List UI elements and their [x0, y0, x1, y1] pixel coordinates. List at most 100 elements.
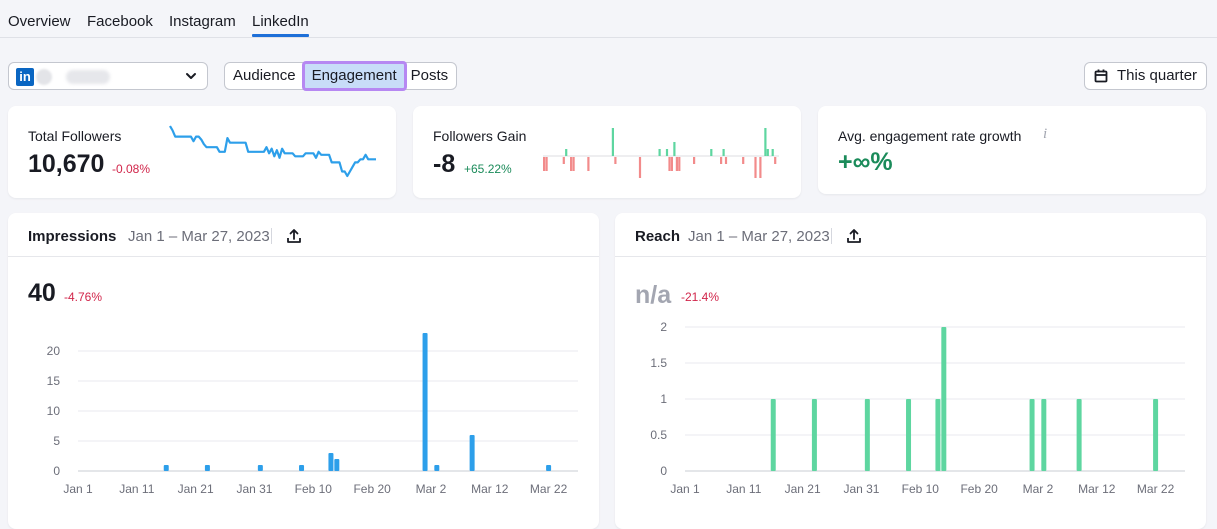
- account-select[interactable]: in: [8, 62, 208, 90]
- y-tick-label: 20: [47, 344, 61, 358]
- info-icon[interactable]: i: [1043, 126, 1047, 143]
- view-posts-button[interactable]: Posts: [405, 63, 457, 89]
- gain-bar: [720, 157, 723, 164]
- gain-bar: [724, 157, 728, 164]
- gain-bar: [665, 149, 669, 156]
- gain-bar: [638, 157, 642, 178]
- chart-bar[interactable]: [941, 327, 947, 471]
- reach-range: Jan 1 – Mar 27, 2023: [688, 228, 830, 245]
- view-audience-button[interactable]: Audience: [225, 63, 304, 89]
- view-engagement-button[interactable]: Engagement: [301, 61, 407, 91]
- reach-delta: -21.4%: [681, 290, 720, 304]
- gain-bar: [670, 157, 673, 171]
- gain-bar: [543, 157, 546, 171]
- chart-bar[interactable]: [935, 399, 941, 471]
- gain-bar: [675, 157, 678, 171]
- gain-bar: [771, 149, 774, 156]
- x-tick-label: Mar 2: [416, 482, 447, 496]
- chart-bar[interactable]: [770, 399, 776, 471]
- engagement-growth-card: Avg. engagement rate growth i +∞%: [818, 106, 1206, 194]
- gain-bar: [545, 157, 548, 171]
- gain-bar: [611, 128, 614, 156]
- chart-bar[interactable]: [469, 435, 475, 471]
- x-tick-label: Mar 12: [1078, 482, 1116, 496]
- y-tick-label: 0: [53, 464, 60, 478]
- reach-total: n/a: [635, 281, 672, 309]
- tab-instagram[interactable]: Instagram: [169, 13, 236, 30]
- y-tick-label: 10: [47, 404, 61, 418]
- chart-bar[interactable]: [1076, 399, 1082, 471]
- y-tick-label: 2: [660, 320, 667, 334]
- gain-bar: [678, 157, 681, 171]
- chart-bar[interactable]: [334, 459, 340, 471]
- gain-bar: [658, 149, 661, 156]
- followers-gain-bars: [543, 128, 779, 178]
- followers-sparkline: [169, 125, 376, 178]
- followers-gain-value: -8: [433, 150, 456, 178]
- chart-bar[interactable]: [257, 465, 263, 471]
- gain-bar: [562, 157, 565, 164]
- tab-linkedin[interactable]: LinkedIn: [252, 13, 309, 37]
- chart-bar[interactable]: [1153, 399, 1159, 471]
- impressions-title: Impressions: [28, 228, 117, 245]
- export-icon[interactable]: [846, 228, 862, 244]
- y-tick-label: 5: [53, 434, 60, 448]
- gain-bar: [614, 157, 617, 164]
- y-tick-label: 1.5: [650, 356, 667, 370]
- x-tick-label: Feb 10: [295, 482, 333, 496]
- gain-bar: [693, 157, 696, 164]
- chart-bar[interactable]: [422, 333, 428, 471]
- chart-bar[interactable]: [299, 465, 305, 471]
- chart-bar[interactable]: [204, 465, 210, 471]
- x-tick-label: Jan 11: [726, 482, 761, 496]
- x-tick-label: Jan 21: [785, 482, 821, 496]
- tab-facebook[interactable]: Facebook: [87, 13, 153, 30]
- impressions-delta: -4.76%: [64, 290, 103, 304]
- engagement-growth-label: Avg. engagement rate growth: [838, 128, 1022, 144]
- gain-bar: [766, 149, 769, 156]
- chart-bar[interactable]: [1029, 399, 1035, 471]
- account-avatar: [36, 69, 52, 85]
- x-tick-label: Jan 21: [178, 482, 214, 496]
- followers-gain-label: Followers Gain: [433, 128, 527, 144]
- reach-title: Reach: [635, 228, 681, 245]
- gain-bar: [742, 157, 745, 164]
- chart-bar[interactable]: [328, 453, 334, 471]
- impressions-header: Impressions Jan 1 – Mar 27, 2023: [8, 213, 599, 257]
- impressions-chart: 0 5 10 15 20 Jan 1 Jan 11 Jan 21 Jan 31 Feb 10 Feb…: [47, 333, 578, 496]
- gain-bar: [764, 128, 767, 156]
- tab-overview[interactable]: Overview: [8, 13, 71, 30]
- chart-bar[interactable]: [546, 465, 552, 471]
- period-label: This quarter: [1117, 67, 1198, 84]
- x-tick-label: Feb 10: [902, 482, 940, 496]
- chart-bar[interactable]: [906, 399, 912, 471]
- gain-bar: [754, 157, 757, 178]
- chart-bar[interactable]: [1041, 399, 1047, 471]
- impressions-panel: Impressions Jan 1 – Mar 27, 2023 40 -4.7…: [8, 213, 599, 529]
- impressions-total: 40: [28, 279, 56, 307]
- chart-bar[interactable]: [434, 465, 440, 471]
- x-tick-label: Mar 12: [471, 482, 509, 496]
- reach-header: Reach Jan 1 – Mar 27, 2023: [615, 213, 1206, 257]
- linkedin-icon: in: [16, 68, 34, 86]
- view-switch: Audience Engagement Posts: [224, 61, 458, 91]
- total-followers-value: 10,670: [28, 150, 105, 178]
- gain-bar: [572, 157, 575, 171]
- x-tick-label: Feb 20: [960, 482, 998, 496]
- impressions-range: Jan 1 – Mar 27, 2023: [128, 228, 270, 245]
- gain-bar: [570, 157, 573, 171]
- x-tick-label: Jan 31: [236, 482, 272, 496]
- period-button[interactable]: This quarter: [1084, 62, 1207, 90]
- chart-bar[interactable]: [864, 399, 870, 471]
- y-tick-label: 0.5: [650, 428, 667, 442]
- export-icon[interactable]: [286, 228, 302, 244]
- x-tick-label: Mar 22: [530, 482, 568, 496]
- divider: [831, 228, 832, 244]
- account-name: [66, 70, 110, 84]
- y-tick-label: 15: [47, 374, 61, 388]
- x-tick-label: Mar 22: [1137, 482, 1175, 496]
- chart-bar[interactable]: [163, 465, 169, 471]
- total-followers-card: Total Followers 10,670 -0.08%: [8, 106, 396, 198]
- gain-bar: [710, 149, 713, 156]
- chart-bar[interactable]: [811, 399, 817, 471]
